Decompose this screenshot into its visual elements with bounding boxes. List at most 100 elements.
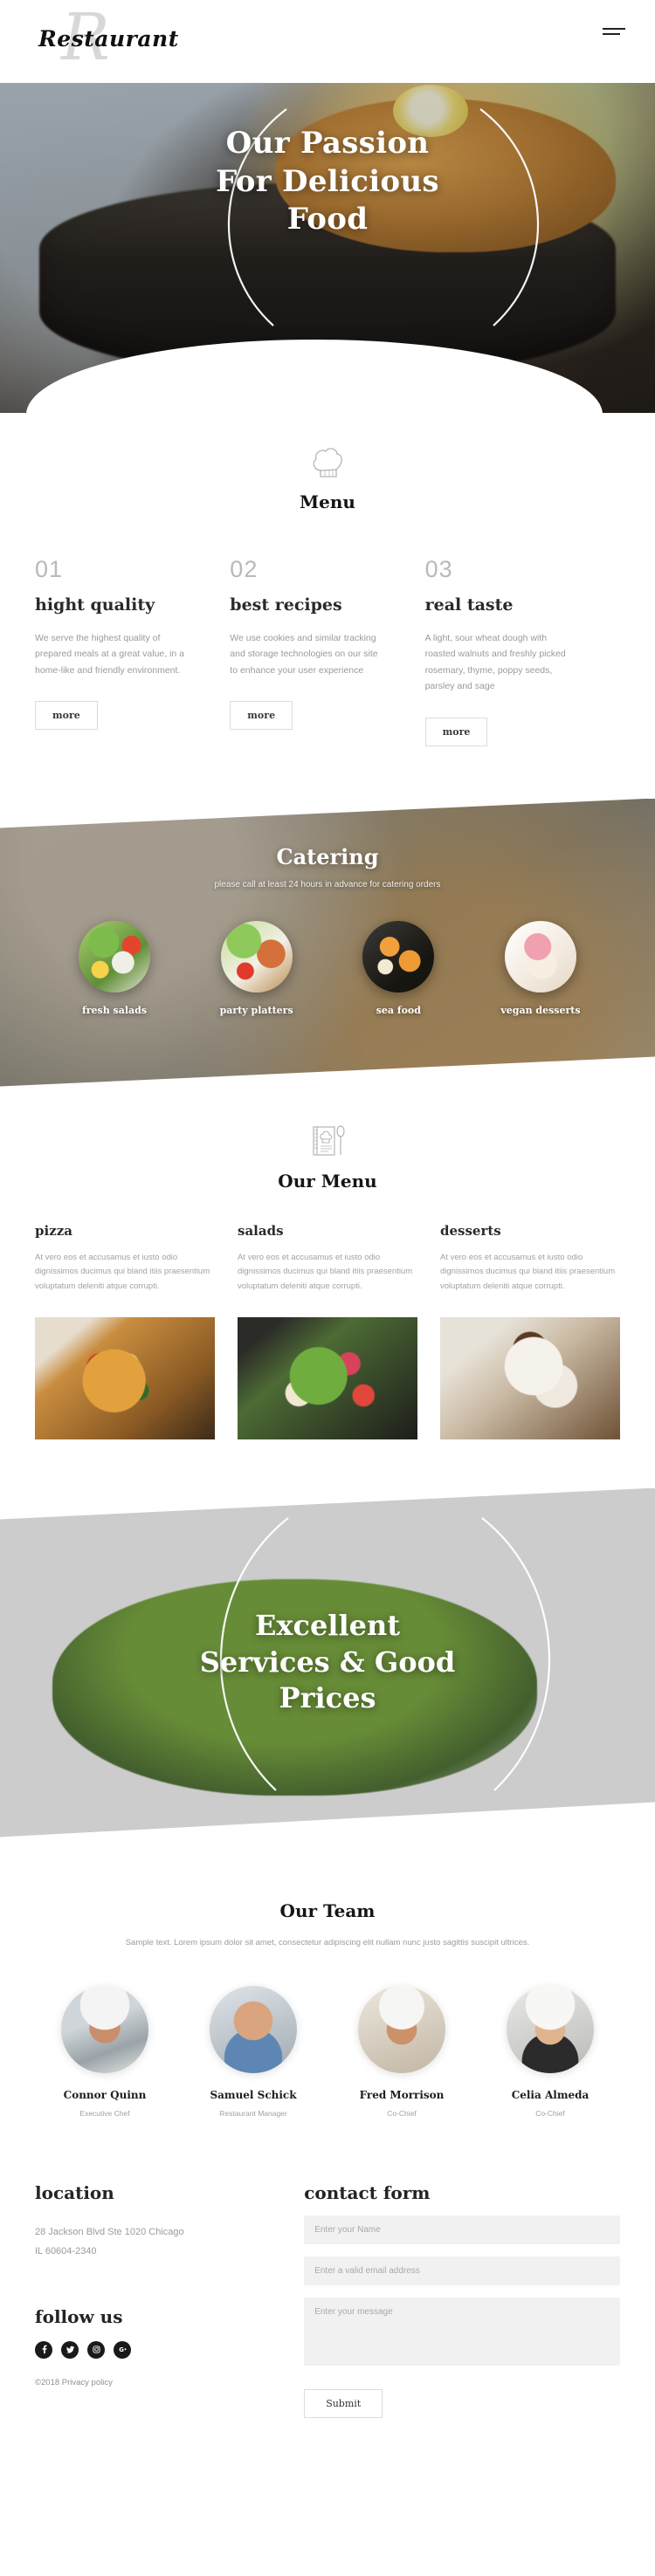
catering-subtitle: please call at least 24 hours in advance… <box>214 879 441 890</box>
site-logo[interactable]: R Restaurant <box>35 5 227 70</box>
services-title: Excellent Services & Good Prices <box>200 1608 456 1717</box>
menu-card-text: At vero eos et accusamus et iusto odio d… <box>35 1252 210 1292</box>
menu-card[interactable]: desserts At vero eos et accusamus et ius… <box>440 1223 620 1439</box>
logo-text: Restaurant <box>38 26 179 52</box>
team-heading: Our Team <box>279 1899 376 1921</box>
catering-item[interactable]: party platters <box>191 920 322 1016</box>
hero-title-line-2: For Delicious <box>216 163 439 199</box>
avatar <box>507 1985 594 2073</box>
team-member[interactable]: Connor Quinn Executive Chef <box>35 1985 175 2118</box>
svg-text:G: G <box>119 2346 124 2353</box>
feature-text: We use cookies and similar tracking and … <box>230 633 378 676</box>
menu-card-text: At vero eos et accusamus et iusto odio d… <box>238 1252 413 1292</box>
submit-button[interactable]: Submit <box>304 2388 383 2418</box>
hero-title: Our Passion For Delicious Food <box>216 125 439 239</box>
address-line-1: 28 Jackson Blvd Ste 1020 Chicago <box>35 2226 184 2237</box>
catering-item-photo <box>362 920 435 993</box>
catering-item-label: fresh salads <box>81 1004 148 1016</box>
our-menu-section: Our Menu pizza At vero eos et accusamus … <box>0 1086 655 1439</box>
menu-book-icon <box>0 1123 655 1160</box>
follow-us-block: follow us G <box>35 2306 304 2359</box>
menu-cards-row: pizza At vero eos et accusamus et iusto … <box>0 1192 655 1439</box>
twitter-icon[interactable] <box>61 2340 79 2359</box>
menu-card-photo <box>238 1316 417 1439</box>
message-field[interactable] <box>304 2297 620 2366</box>
team-member[interactable]: Celia Almeda Co-Chief <box>480 1985 620 2118</box>
team-member[interactable]: Fred Morrison Co-Chief <box>332 1985 472 2118</box>
catering-title: Catering <box>276 843 379 869</box>
services-title-line-1: Excellent <box>254 1609 401 1643</box>
footer-left-column: location 28 Jackson Blvd Ste 1020 Chicag… <box>35 2182 304 2418</box>
menu-card-photo <box>440 1316 620 1439</box>
menu-heading: Menu <box>300 491 355 512</box>
address-block: 28 Jackson Blvd Ste 1020 Chicago IL 6060… <box>35 2222 304 2261</box>
team-member[interactable]: Samuel Schick Restaurant Manager <box>183 1985 323 2118</box>
name-field[interactable] <box>304 2215 620 2244</box>
team-member-role: Co-Chief <box>535 2108 565 2118</box>
social-links: G <box>35 2340 304 2359</box>
footer-right-column: contact form Submit <box>304 2182 620 2418</box>
our-menu-heading: Our Menu <box>278 1170 377 1192</box>
team-member-name: Celia Almeda <box>511 2088 590 2101</box>
hero-banner: Our Passion For Delicious Food <box>0 64 655 413</box>
catering-item-label: sea food <box>376 1004 421 1016</box>
feature-more-button[interactable]: more <box>35 701 98 731</box>
avatar <box>61 1985 148 2073</box>
copyright-text: ©2018 Privacy policy <box>35 2377 113 2387</box>
hero-title-line-1: Our Passion <box>225 126 430 161</box>
avatar <box>358 1985 445 2073</box>
email-field[interactable] <box>304 2256 620 2285</box>
menu-card[interactable]: pizza At vero eos et accusamus et iusto … <box>35 1223 215 1439</box>
menu-card-photo <box>35 1316 215 1439</box>
chef-hat-icon <box>0 444 655 481</box>
menu-intro-section: Menu 01 hight quality We serve the highe… <box>0 413 655 746</box>
instagram-icon[interactable] <box>87 2340 105 2359</box>
services-arc-right-icon <box>472 1515 550 1794</box>
catering-item-photo <box>504 920 576 993</box>
hero-arc-left-icon <box>190 108 287 326</box>
feature-card: 03 real taste A light, sour wheat dough … <box>424 556 620 746</box>
catering-content: Catering please call at least 24 hours i… <box>0 799 655 1087</box>
catering-item-photo <box>79 920 150 993</box>
features-row: 01 hight quality We serve the highest qu… <box>0 512 655 746</box>
menu-card-title: salads <box>238 1222 284 1239</box>
feature-card: 01 hight quality We serve the highest qu… <box>35 556 230 746</box>
feature-title: hight quality <box>35 595 155 615</box>
site-footer: location 28 Jackson Blvd Ste 1020 Chicag… <box>0 2117 655 2453</box>
hero-title-line-3: Food <box>286 202 369 237</box>
menu-card-text: At vero eos et accusamus et iusto odio d… <box>440 1252 616 1292</box>
team-member-name: Fred Morrison <box>359 2088 445 2101</box>
menu-card[interactable]: salads At vero eos et accusamus et iusto… <box>238 1223 417 1439</box>
address-line-2: IL 60604-2340 <box>35 2245 97 2257</box>
team-member-role: Co-Chief <box>387 2108 417 2118</box>
team-members-row: Connor Quinn Executive Chef Samuel Schic… <box>0 1951 655 2118</box>
catering-item[interactable]: fresh salads <box>49 920 180 1016</box>
catering-item-label: vegan desserts <box>500 1004 581 1016</box>
restaurant-landing-page: R Restaurant Our Passion For Delicious F… <box>0 0 655 2453</box>
follow-us-heading: follow us <box>35 2305 123 2327</box>
feature-more-button[interactable]: more <box>230 701 293 731</box>
feature-more-button[interactable]: more <box>424 717 488 746</box>
team-member-role: Restaurant Manager <box>219 2108 287 2118</box>
feature-title: best recipes <box>230 595 342 615</box>
burger-line-2 <box>603 33 620 35</box>
google-plus-icon[interactable]: G <box>114 2340 131 2359</box>
hero-arc-right-icon <box>472 108 540 326</box>
catering-item[interactable]: vegan desserts <box>475 920 606 1016</box>
hamburger-menu-icon[interactable] <box>603 16 629 38</box>
burger-line-1 <box>603 28 625 30</box>
facebook-icon[interactable] <box>35 2340 52 2359</box>
catering-item-label: party platters <box>219 1004 293 1016</box>
menu-card-title: pizza <box>35 1222 72 1239</box>
location-heading: location <box>35 2181 114 2203</box>
team-member-name: Samuel Schick <box>210 2088 297 2101</box>
feature-number: 01 <box>35 556 64 582</box>
team-member-name: Connor Quinn <box>63 2088 147 2101</box>
site-header: R Restaurant <box>0 0 655 83</box>
feature-number: 03 <box>424 556 453 582</box>
menu-card-title: desserts <box>440 1222 501 1239</box>
feature-card: 02 best recipes We use cookies and simil… <box>230 556 424 746</box>
catering-item[interactable]: sea food <box>333 920 464 1016</box>
services-banner: Excellent Services & Good Prices <box>0 1487 655 1838</box>
avatar <box>210 1985 297 2073</box>
